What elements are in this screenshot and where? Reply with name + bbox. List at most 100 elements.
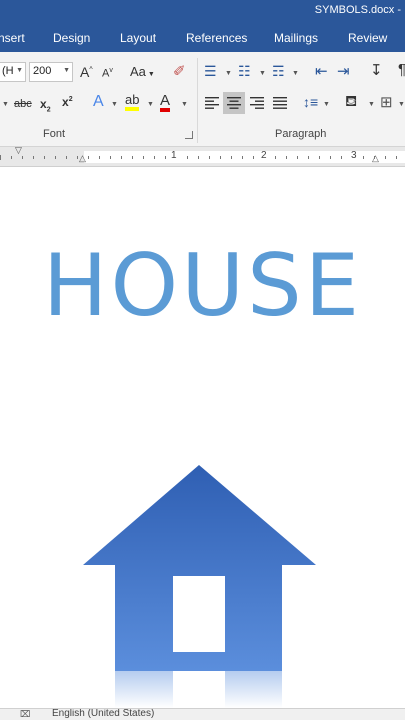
ribbon-tabs: nsert Design Layout References Mailings … [0,24,405,52]
font-name-dropdown[interactable]: (H ▼ [0,62,26,82]
first-line-indent-icon[interactable]: ▽ [15,145,22,156]
tab-references[interactable]: References [186,31,247,45]
text-effects-icon[interactable]: A [93,93,104,111]
sort-icon[interactable]: ↧ [370,61,383,79]
shading-icon[interactable]: ⛾ [345,93,357,112]
highlight-icon[interactable]: ab [125,93,140,111]
ruler-tick [242,156,243,159]
chevron-down-icon[interactable]: ▼ [111,101,118,108]
show-marks-icon[interactable]: ¶ [398,61,405,78]
clear-formatting-icon[interactable]: ✐ [173,62,186,80]
increase-indent-icon[interactable]: ⇥ [337,62,350,80]
ruler-tick [154,156,155,159]
ruler-tick [165,156,166,159]
ruler-tick [209,156,210,159]
font-color-icon[interactable]: A [160,93,171,112]
align-center-icon [227,97,241,109]
ruler-number: 2 [261,150,267,161]
decrease-indent-icon[interactable]: ⇤ [315,62,328,80]
paragraph-group-label: Paragraph [275,128,327,140]
ruler-tick [143,156,144,159]
line-spacing-icon[interactable]: ↕≡ [303,94,318,110]
chevron-down-icon[interactable]: ▼ [398,101,405,108]
numbering-icon[interactable]: ☷ [238,63,251,80]
ruler-tick [88,156,89,159]
ruler-tick [44,156,45,159]
left-indent-icon[interactable]: △ [79,153,86,164]
document-heading[interactable]: HOUSE [0,243,405,329]
ruler-tick [187,156,188,159]
tab-layout[interactable]: Layout [120,31,156,45]
shrink-font-button[interactable]: Av [102,67,113,80]
chevron-down-icon: ▼ [16,67,23,74]
ruler-tick [0,155,1,160]
document-title: SYMBOLS.docx - [314,4,401,16]
tab-design[interactable]: Design [53,31,90,45]
ruler-tick [99,156,100,159]
ruler-tick [341,156,342,159]
proofing-icon[interactable]: ⌧ [20,709,30,720]
house-reflection [115,671,282,708]
ruler-tick [330,156,331,159]
ruler-tick [286,156,287,159]
title-bar: SYMBOLS.docx - [0,0,405,24]
ruler-tick [33,156,34,159]
house-shape [83,465,316,671]
status-bar: ⌧ English (United States) [0,708,405,720]
multilevel-list-icon[interactable]: ☶ [272,63,285,80]
justify-icon[interactable] [272,96,290,110]
tab-review[interactable]: Review [348,31,387,45]
tab-insert[interactable]: nsert [0,31,25,45]
borders-icon[interactable]: ⊞ [380,93,393,111]
subscript-button[interactable]: x2 [40,97,51,113]
chevron-down-icon[interactable]: ▼ [2,101,9,108]
change-case-button[interactable]: Aa ▼ [130,64,155,79]
chevron-down-icon[interactable]: ▼ [225,70,232,77]
house-icon[interactable] [80,463,320,708]
chevron-down-icon[interactable]: ▼ [181,101,188,108]
chevron-down-icon[interactable]: ▼ [147,101,154,108]
ruler-tick [11,156,12,159]
ruler-tick [363,156,364,159]
align-left-icon[interactable] [204,96,222,110]
align-right-icon[interactable] [249,96,267,110]
chevron-down-icon[interactable]: ▼ [323,101,330,108]
ruler-tick [319,156,320,159]
ruler-tick [374,156,375,159]
ruler-number: 1 [171,150,177,161]
chevron-down-icon[interactable]: ▼ [259,70,266,77]
language-indicator[interactable]: English (United States) [52,709,154,719]
ruler-tick [66,156,67,159]
ruler-tick [231,156,232,159]
align-center-button[interactable] [223,92,245,114]
font-group-label: Font [43,128,66,140]
superscript-button[interactable]: x2 [62,95,73,109]
ruler-tick [110,156,111,159]
tab-mailings[interactable]: Mailings [274,31,318,45]
font-size-dropdown[interactable]: 200 ▼ [29,62,73,82]
chevron-down-icon[interactable]: ▼ [292,70,299,77]
strikethrough-button[interactable]: abc [14,98,32,110]
horizontal-ruler[interactable]: ▽ △ 1 2 3 △ [0,145,405,167]
ruler-tick [55,156,56,159]
ruler-tick [22,156,23,159]
group-divider [197,58,198,143]
ruler-tick [121,156,122,159]
ruler-tick [198,156,199,159]
font-dialog-launcher-icon[interactable] [185,131,193,139]
ruler-tick [396,156,397,159]
ruler-number: 3 [351,150,357,161]
font-name-value: (H [2,65,14,77]
ruler-tick [275,156,276,159]
change-case-label: Aa [130,64,146,79]
ruler-tick [220,156,221,159]
document-page[interactable]: HOUSE [0,167,405,708]
ruler-tick [132,156,133,159]
ruler-tick [308,156,309,159]
ruler-tick [297,156,298,159]
chevron-down-icon: ▼ [63,67,70,74]
bullets-icon[interactable]: ☰ [204,63,217,80]
font-size-value: 200 [33,65,52,77]
chevron-down-icon[interactable]: ▼ [368,101,375,108]
grow-font-button[interactable]: A^ [80,64,93,80]
